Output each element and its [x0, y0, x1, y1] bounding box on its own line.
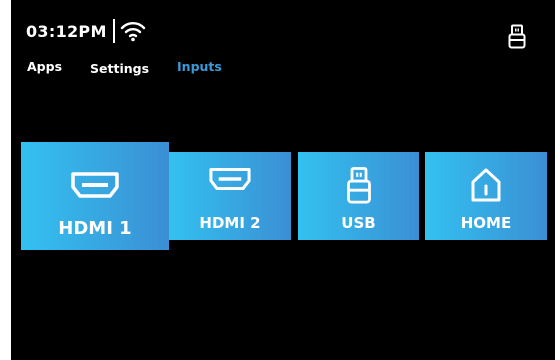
input-tile-hdmi-2[interactable]: HDMI 2	[169, 152, 291, 240]
usb-drive-icon	[507, 24, 527, 54]
tab-apps[interactable]: Apps	[27, 59, 62, 76]
tv-screen: 03:12PM Apps Settings Inputs HDMI 1 HDMI…	[11, 0, 555, 360]
hdmi-port-icon	[169, 166, 291, 192]
tile-label: HDMI 1	[58, 218, 132, 239]
status-bar: 03:12PM	[26, 16, 146, 46]
input-tile-usb[interactable]: USB	[298, 152, 419, 240]
input-tile-hdmi-1[interactable]: HDMI 1	[21, 142, 169, 250]
tile-label: USB	[341, 214, 376, 232]
clock: 03:12PM	[26, 21, 107, 41]
top-nav: Apps Settings Inputs	[27, 59, 222, 76]
tab-inputs[interactable]: Inputs	[177, 59, 222, 76]
tab-settings[interactable]: Settings	[90, 61, 149, 76]
input-tile-home[interactable]: HOME	[425, 152, 547, 240]
tile-label: HOME	[460, 214, 512, 232]
hdmi-port-icon	[21, 170, 169, 200]
wifi-icon	[120, 20, 146, 42]
home-icon	[425, 166, 547, 204]
usb-drive-icon	[298, 166, 419, 206]
status-divider	[112, 19, 115, 43]
tile-label: HDMI 2	[199, 214, 261, 232]
